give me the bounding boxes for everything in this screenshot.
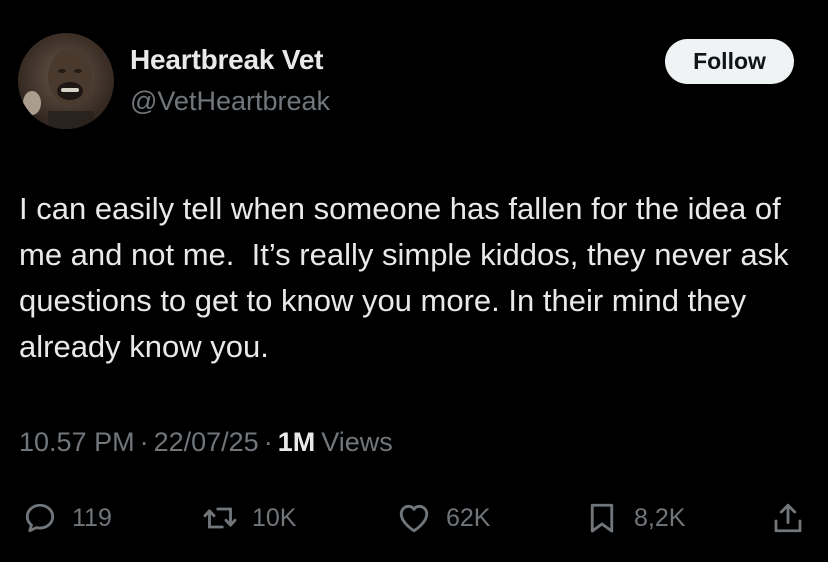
author-handle[interactable]: @VetHeartbreak bbox=[130, 86, 330, 117]
retweet-button[interactable]: 10K bbox=[202, 500, 296, 536]
follow-button[interactable]: Follow bbox=[665, 39, 794, 84]
views-label[interactable]: Views bbox=[321, 427, 393, 458]
reply-icon bbox=[25, 503, 55, 533]
bookmark-count: 8,2K bbox=[634, 503, 686, 532]
bookmark-button[interactable]: 8,2K bbox=[584, 500, 685, 536]
tweet-text: I can easily tell when someone has falle… bbox=[19, 191, 798, 364]
tweet-time[interactable]: 10.57 PM bbox=[19, 427, 135, 458]
avatar-image bbox=[23, 49, 94, 129]
meta-separator: · bbox=[263, 427, 273, 457]
tweet-meta: 10.57 PM · 22/07/25 · 1M Views bbox=[19, 427, 393, 458]
reply-count: 119 bbox=[72, 503, 112, 532]
share-icon bbox=[774, 503, 802, 533]
tweet-date[interactable]: 22/07/25 bbox=[154, 427, 259, 458]
like-count: 62K bbox=[446, 503, 491, 532]
avatar[interactable] bbox=[18, 33, 114, 129]
reply-button[interactable]: 119 bbox=[22, 500, 112, 536]
like-button[interactable]: 62K bbox=[396, 500, 490, 536]
meta-separator: · bbox=[139, 427, 149, 457]
retweet-icon bbox=[203, 507, 237, 529]
bookmark-icon bbox=[590, 503, 614, 533]
heart-icon bbox=[399, 504, 429, 533]
retweet-count: 10K bbox=[252, 503, 297, 532]
author-name[interactable]: Heartbreak Vet bbox=[130, 44, 324, 76]
views-count[interactable]: 1M bbox=[278, 427, 316, 458]
share-button[interactable] bbox=[770, 500, 806, 536]
